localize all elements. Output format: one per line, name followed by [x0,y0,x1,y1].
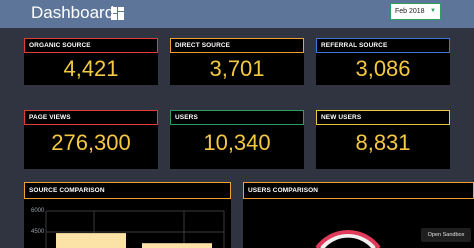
month-select-value: Feb 2018 [395,8,425,15]
bar [142,243,212,248]
month-select[interactable]: Feb 2018 ▼ [390,3,441,20]
card-value: 3,086 [355,56,411,81]
page-title: Dashboard [31,3,115,22]
card-value: 3,701 [209,56,265,81]
card-direct-source: DIRECT SOURCE 3,701 [170,38,304,85]
card-users: USERS 10,340 [170,110,304,169]
card-label: USERS [170,110,304,125]
source-comparison-panel: SOURCE COMPARISON 6000 4500 [24,182,231,248]
card-label: DIRECT SOURCE [170,38,304,53]
chevron-down-icon: ▼ [430,8,436,14]
header-bar: Dashboard Feb 2018 ▼ [0,0,474,28]
card-organic-source: ORGANIC SOURCE 4,421 [24,38,158,85]
y-tick-label: 4500 [31,229,45,235]
card-label: NEW USERS [316,110,450,125]
dashboard-grid-icon [111,7,124,20]
card-new-users: NEW USERS 8,831 [316,110,450,169]
card-value: 4,421 [63,56,119,81]
card-label: REFERRAL SOURCE [316,38,450,53]
panel-title: USERS COMPARISON [243,182,474,199]
card-value: 10,340 [203,130,271,155]
card-value: 276,300 [51,130,131,155]
card-page-views: PAGE VIEWS 276,300 [24,110,158,169]
source-comparison-chart [45,210,225,248]
bar [56,233,126,248]
chart-bars [56,233,212,248]
card-label: ORGANIC SOURCE [24,38,158,53]
card-label: PAGE VIEWS [24,110,158,125]
card-value: 8,831 [355,130,411,155]
y-tick-label: 6000 [31,208,45,214]
card-referral-source: REFERRAL SOURCE 3,086 [316,38,450,85]
open-sandbox-button[interactable]: Open Sandbox [421,228,471,242]
panel-title: SOURCE COMPARISON [24,182,231,199]
